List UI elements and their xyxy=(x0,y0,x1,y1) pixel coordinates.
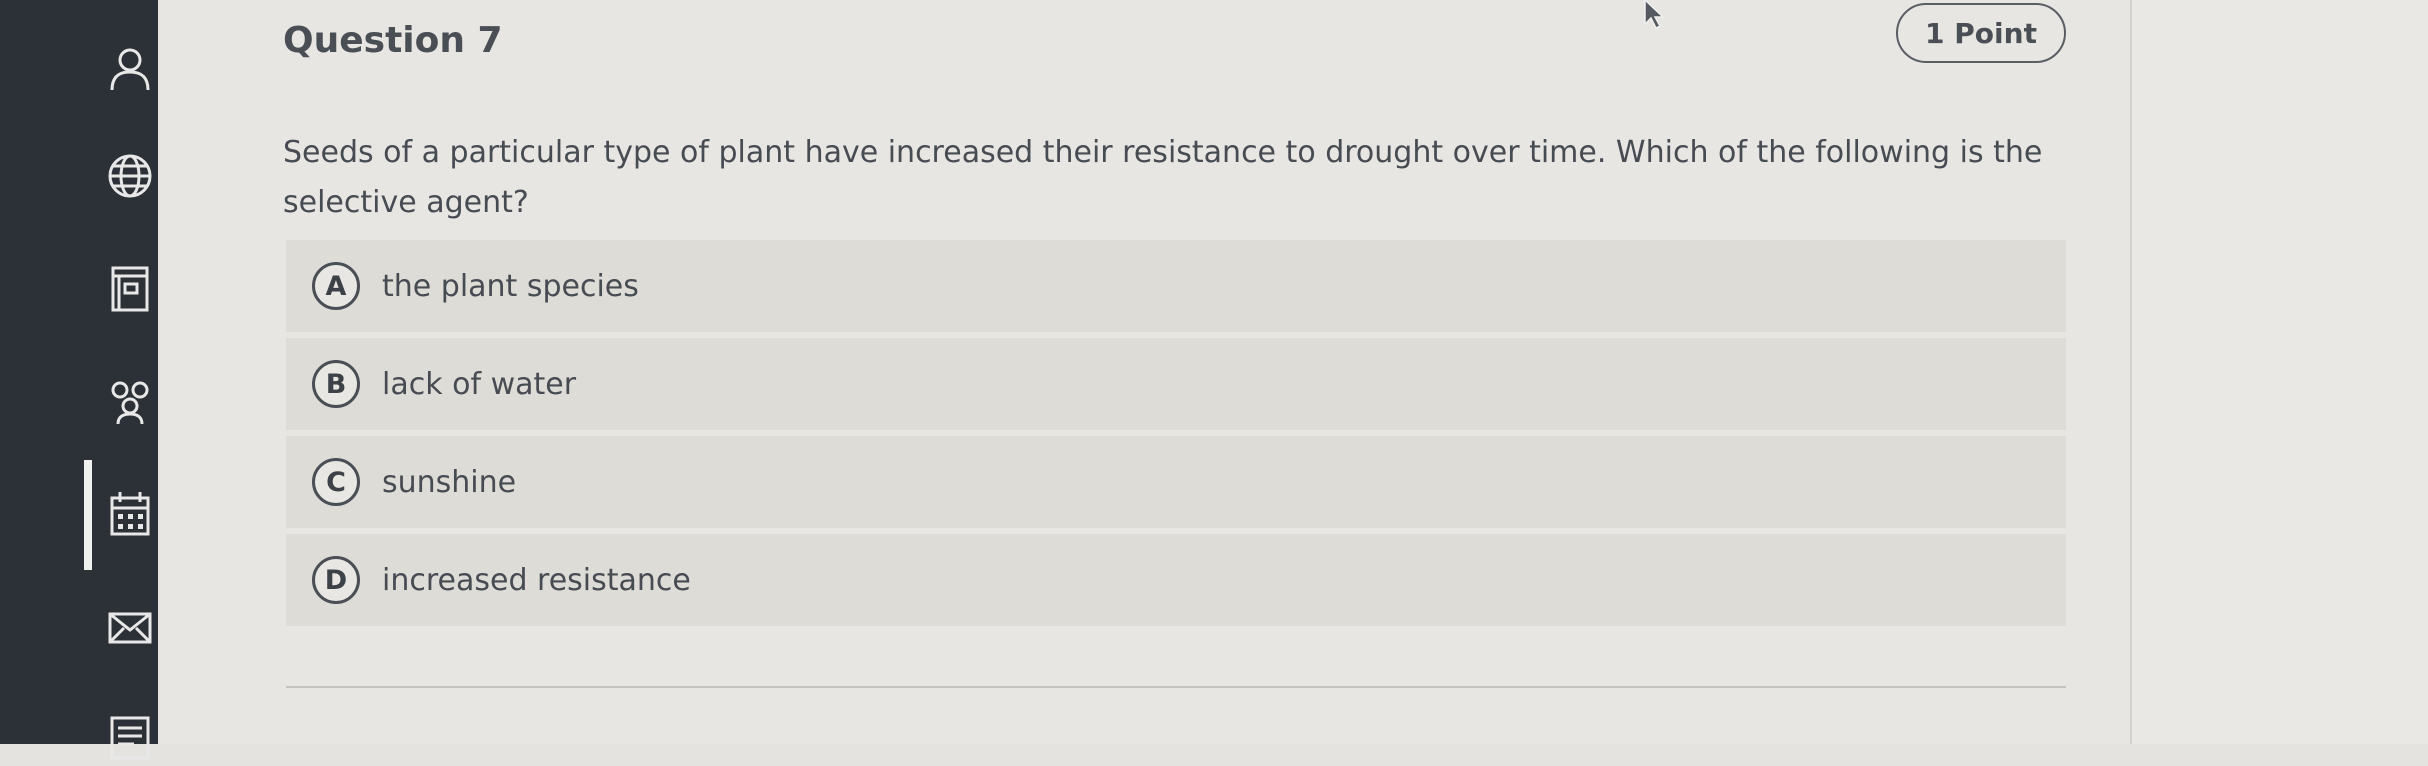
option-label: lack of water xyxy=(382,366,577,402)
option-letter: D xyxy=(312,556,360,604)
option-c[interactable]: C sunshine xyxy=(286,436,2066,528)
right-panel xyxy=(2130,0,2428,744)
option-letter: B xyxy=(312,360,360,408)
option-d[interactable]: D increased resistance xyxy=(286,534,2066,626)
option-label: the plant species xyxy=(382,268,639,304)
option-label: sunshine xyxy=(382,464,517,500)
question-panel: Question 7 1 Point Seeds of a particular… xyxy=(158,0,2130,744)
globe-icon[interactable] xyxy=(100,146,160,206)
active-indicator xyxy=(84,460,92,570)
profile-icon[interactable] xyxy=(100,38,160,98)
option-label: increased resistance xyxy=(382,562,691,598)
option-letter: C xyxy=(312,458,360,506)
messages-icon[interactable] xyxy=(100,598,160,658)
groups-icon[interactable] xyxy=(100,372,160,432)
option-letter: A xyxy=(312,262,360,310)
points-badge: 1 Point xyxy=(1896,3,2066,63)
course-icon[interactable] xyxy=(100,258,160,318)
option-a[interactable]: A the plant species xyxy=(286,240,2066,332)
divider xyxy=(286,686,2066,688)
calendar-icon[interactable] xyxy=(100,484,160,544)
question-title: Question 7 xyxy=(283,20,503,61)
option-b[interactable]: B lack of water xyxy=(286,338,2066,430)
grades-icon[interactable] xyxy=(100,706,160,766)
mouse-cursor-icon xyxy=(1644,0,1665,30)
sidebar-nav xyxy=(0,0,160,760)
question-text: Seeds of a particular type of plant have… xyxy=(283,135,2043,220)
